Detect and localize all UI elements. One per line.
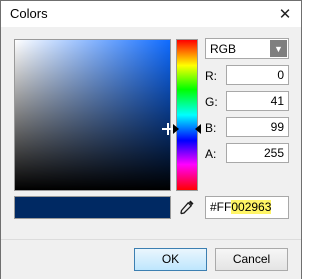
color-preview: [14, 196, 171, 219]
green-label: G:: [205, 95, 218, 109]
close-icon[interactable]: ✕: [275, 4, 295, 24]
chevron-down-icon[interactable]: ▼: [270, 40, 287, 57]
hex-prefix: #FF: [210, 200, 232, 214]
red-input[interactable]: 0: [226, 65, 289, 85]
color-mode-select[interactable]: RGB ▼: [205, 38, 289, 59]
eyedropper-icon[interactable]: [178, 198, 196, 216]
colors-dialog: Colors ✕ RGB ▼ R: 0 G: 41 B: 99 A: 255 #…: [0, 0, 302, 279]
saturation-value-area[interactable]: [14, 39, 171, 191]
color-mode-value: RGB: [210, 42, 237, 56]
blue-input[interactable]: 99: [226, 117, 289, 137]
title-bar: Colors ✕: [1, 1, 301, 27]
hue-slider[interactable]: [176, 39, 198, 191]
alpha-label: A:: [205, 147, 217, 161]
picker-content: RGB ▼ R: 0 G: 41 B: 99 A: 255 #FF002963: [1, 27, 301, 239]
ok-button[interactable]: OK: [134, 248, 207, 271]
hex-selected-text: 002963: [231, 200, 272, 214]
cancel-button[interactable]: Cancel: [215, 248, 288, 271]
red-label: R:: [205, 69, 217, 83]
hue-marker-left-icon[interactable]: [173, 124, 179, 134]
green-input[interactable]: 41: [226, 91, 289, 111]
blue-label: B:: [205, 121, 217, 135]
alpha-input[interactable]: 255: [226, 143, 289, 163]
hue-marker-right-icon[interactable]: [195, 124, 201, 134]
dialog-title: Colors: [10, 6, 48, 21]
dialog-footer: OK Cancel: [1, 239, 301, 279]
hex-input[interactable]: #FF002963: [205, 196, 289, 219]
